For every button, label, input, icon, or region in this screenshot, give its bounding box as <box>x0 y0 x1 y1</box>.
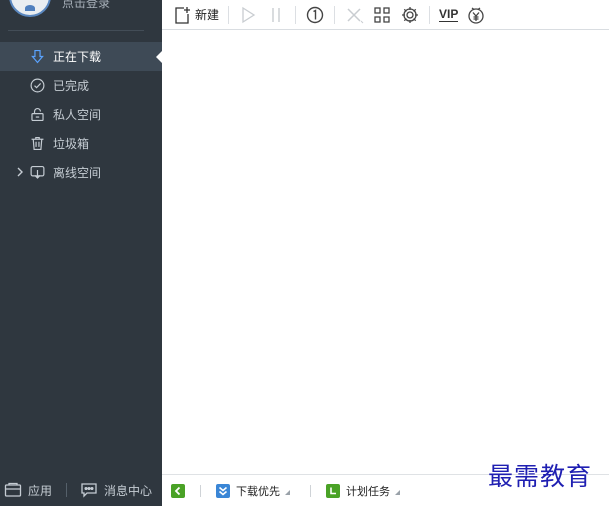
collapse-sidebar-button[interactable] <box>171 483 185 498</box>
sidebar-nav: 正在下载 已完成 私人空间 垃圾箱 离线空间 <box>0 42 162 187</box>
sidebar-item-label: 垃圾箱 <box>53 137 90 151</box>
gear-icon <box>402 6 419 23</box>
sidebar-item-offline-space[interactable]: 离线空间 <box>0 158 162 187</box>
grid-icon <box>374 6 390 23</box>
toolbar-divider <box>295 5 297 24</box>
double-chevron-down-icon <box>216 483 230 498</box>
statusbar-divider <box>200 484 201 497</box>
cloud-download-icon <box>28 164 46 182</box>
footer-divider <box>66 483 68 497</box>
sidebar-footer: 应用 消息中心 <box>0 474 162 506</box>
download-arrow-icon <box>28 48 46 66</box>
pause-icon <box>272 7 280 22</box>
lock-icon <box>28 106 46 124</box>
coin-yen-icon <box>468 6 485 24</box>
delete-button[interactable] <box>340 3 368 27</box>
sidebar-divider <box>8 30 144 31</box>
vip-label: VIP <box>439 7 459 22</box>
sidebar-item-downloading[interactable]: 正在下载 <box>0 42 162 71</box>
trash-icon <box>28 135 46 153</box>
settings-button[interactable] <box>396 3 424 27</box>
new-task-label: 新建 <box>195 8 220 22</box>
scheduled-task-label: 计划任务 <box>346 485 390 498</box>
download-list-area <box>162 31 609 474</box>
sidebar: 点击登录 正在下载 已完成 私人空间 垃圾箱 离线空间 应用 消息中心 <box>0 0 162 506</box>
apps-icon <box>4 482 22 497</box>
apps-button[interactable]: 应用 <box>4 482 52 499</box>
chevron-right-icon[interactable] <box>15 166 25 178</box>
speed-limit-icon <box>306 6 324 23</box>
sidebar-item-label: 私人空间 <box>53 108 102 122</box>
login-link[interactable]: 点击登录 <box>62 0 110 11</box>
wallet-button[interactable] <box>462 3 490 27</box>
new-task-button[interactable]: 新建 <box>168 3 223 27</box>
avatar-figure-icon <box>25 5 35 11</box>
toolbar-divider <box>228 5 230 24</box>
download-priority-button[interactable]: 下载优先 <box>216 483 290 499</box>
scheduled-task-button[interactable]: 计划任务 <box>326 483 400 499</box>
watermark: 最需教育 <box>488 462 593 491</box>
play-icon <box>242 6 256 23</box>
close-icon <box>347 7 364 23</box>
start-button[interactable] <box>234 3 262 27</box>
download-priority-label: 下载优先 <box>236 485 280 498</box>
pause-button[interactable] <box>262 3 290 27</box>
check-circle-icon <box>28 77 46 95</box>
toolbar-divider <box>334 5 336 24</box>
statusbar-divider <box>310 484 311 497</box>
message-center-button[interactable]: 消息中心 <box>80 482 152 499</box>
toolbar-divider <box>429 5 431 24</box>
clock-corner-icon <box>326 483 340 498</box>
toolbar: 新建 VIP <box>162 0 609 30</box>
apps-label: 应用 <box>28 483 53 498</box>
avatar[interactable] <box>9 0 51 17</box>
vip-button[interactable]: VIP <box>435 3 462 27</box>
sidebar-item-trash[interactable]: 垃圾箱 <box>0 129 162 158</box>
speed-limit-button[interactable] <box>301 3 329 27</box>
sidebar-item-label: 正在下载 <box>53 50 102 64</box>
message-bubble-icon <box>81 483 97 498</box>
sidebar-item-label: 离线空间 <box>53 166 102 180</box>
message-center-label: 消息中心 <box>104 483 153 498</box>
chevron-left-icon <box>171 483 185 498</box>
grid-view-button[interactable] <box>368 3 396 27</box>
sidebar-item-private-space[interactable]: 私人空间 <box>0 100 162 129</box>
sidebar-item-completed[interactable]: 已完成 <box>0 71 162 100</box>
sidebar-item-label: 已完成 <box>53 79 90 93</box>
dropdown-triangle-icon <box>395 490 400 495</box>
new-file-icon <box>175 6 190 24</box>
dropdown-triangle-icon <box>285 490 290 495</box>
